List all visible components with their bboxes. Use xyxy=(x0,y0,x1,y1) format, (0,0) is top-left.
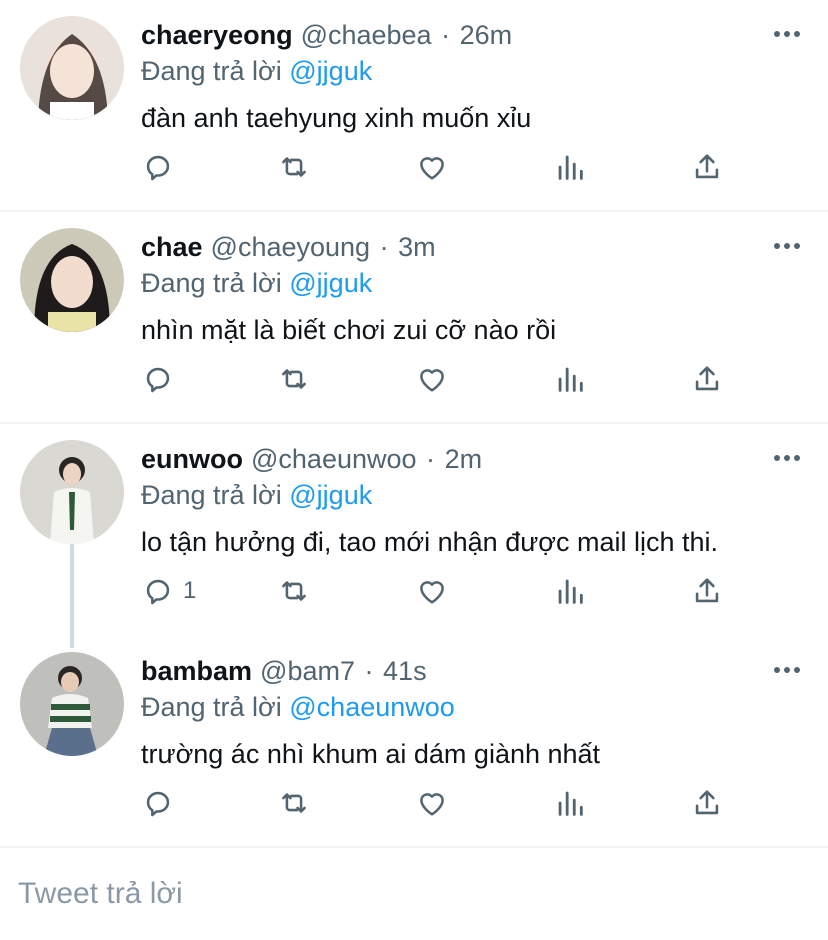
more-dots-icon[interactable] xyxy=(772,660,802,680)
reply-button[interactable] xyxy=(141,780,183,826)
reply-tweet[interactable]: eunwoo @chaeunwoo · 2m Đang trả lời @jjgu… xyxy=(0,424,828,636)
like-button[interactable] xyxy=(415,144,449,190)
analytics-icon xyxy=(558,367,583,392)
handle[interactable]: @chaeunwoo xyxy=(251,444,417,474)
share-icon xyxy=(695,154,719,179)
reply-button[interactable]: 1 xyxy=(141,568,196,614)
tweet-header: eunwoo @chaeunwoo · 2m xyxy=(141,442,482,476)
timestamp[interactable]: 2m xyxy=(445,444,483,474)
share-button[interactable] xyxy=(690,568,724,614)
reply-count: 1 xyxy=(183,577,197,604)
share-icon xyxy=(695,366,719,391)
replying-to: Đang trả lời @chaeunwoo xyxy=(141,690,455,724)
separator: · xyxy=(364,656,374,686)
reply-button[interactable] xyxy=(141,144,183,190)
display-name[interactable]: chaeryeong xyxy=(141,20,293,50)
mention-link[interactable]: @jjguk xyxy=(289,56,372,86)
replying-to: Đang trả lời @jjguk xyxy=(141,54,372,88)
like-button[interactable] xyxy=(415,780,449,826)
separator: · xyxy=(441,20,451,50)
avatar[interactable] xyxy=(20,16,124,120)
mention-link[interactable]: @chaeunwoo xyxy=(289,692,455,722)
analytics-icon xyxy=(558,155,583,180)
reply-tweet[interactable]: chae @chaeyoung · 3m Đang trả lời @jjguk … xyxy=(0,212,828,422)
analytics-icon xyxy=(558,791,583,816)
mention-link[interactable]: @jjguk xyxy=(289,268,372,298)
share-icon xyxy=(695,790,719,815)
replying-to-label: Đang trả lời xyxy=(141,56,290,86)
tweet-text: lo tận hưởng đi, tao mới nhận được mail … xyxy=(141,527,719,557)
reply-composer[interactable]: Tweet trả lời xyxy=(0,848,828,940)
action-bar xyxy=(141,356,741,402)
like-button[interactable] xyxy=(415,568,449,614)
analytics-icon xyxy=(558,579,583,604)
analytics-button[interactable] xyxy=(553,568,587,614)
timestamp[interactable]: 26m xyxy=(460,20,513,50)
reply-icon xyxy=(146,579,170,605)
more-dots-icon[interactable] xyxy=(772,24,802,44)
reply-icon xyxy=(146,791,170,817)
analytics-button[interactable] xyxy=(553,356,587,402)
action-bar: 1 xyxy=(141,568,741,614)
display-name[interactable]: eunwoo xyxy=(141,444,243,474)
tweet-header: chae @chaeyoung · 3m xyxy=(141,230,436,264)
retweet-icon xyxy=(282,581,306,601)
separator: · xyxy=(379,232,389,262)
reply-button[interactable] xyxy=(141,356,183,402)
reply-input[interactable]: Tweet trả lời xyxy=(18,874,183,914)
heart-icon xyxy=(420,793,444,816)
replying-to: Đang trả lời @jjguk xyxy=(141,266,372,300)
retweet-button[interactable] xyxy=(277,144,311,190)
display-name[interactable]: bambam xyxy=(141,656,252,686)
share-button[interactable] xyxy=(690,356,724,402)
tweet-header: chaeryeong @chaebea · 26m xyxy=(141,18,512,52)
analytics-button[interactable] xyxy=(553,780,587,826)
retweet-icon xyxy=(282,369,306,389)
retweet-button[interactable] xyxy=(277,780,311,826)
heart-icon xyxy=(420,157,444,180)
avatar[interactable] xyxy=(20,652,124,756)
retweet-button[interactable] xyxy=(277,568,311,614)
tweet-text: nhìn mặt là biết chơi zui cỡ nào rồi xyxy=(141,315,557,345)
display-name[interactable]: chae xyxy=(141,232,203,262)
replying-to-label: Đang trả lời xyxy=(141,692,290,722)
share-button[interactable] xyxy=(690,144,724,190)
timestamp[interactable]: 41s xyxy=(383,656,427,686)
handle[interactable]: @chaebea xyxy=(301,20,432,50)
like-button[interactable] xyxy=(415,356,449,402)
replying-to-label: Đang trả lời xyxy=(141,480,290,510)
retweet-icon xyxy=(282,157,306,177)
separator: · xyxy=(426,444,436,474)
tweet-text: trường ác nhì khum ai dám giành nhất xyxy=(141,739,601,769)
more-dots-icon[interactable] xyxy=(772,448,802,468)
analytics-button[interactable] xyxy=(553,144,587,190)
retweet-button[interactable] xyxy=(277,356,311,402)
replying-to: Đang trả lời @jjguk xyxy=(141,478,372,512)
heart-icon xyxy=(420,369,444,392)
action-bar xyxy=(141,144,741,190)
reply-tweet[interactable]: chaeryeong @chaebea · 26m Đang trả lời @j… xyxy=(0,0,828,210)
reply-icon xyxy=(146,155,170,181)
tweet-text: đàn anh taehyung xinh muốn xỉu xyxy=(141,103,532,133)
avatar[interactable] xyxy=(20,228,124,332)
handle[interactable]: @bam7 xyxy=(260,656,355,686)
replying-to-label: Đang trả lời xyxy=(141,268,290,298)
share-button[interactable] xyxy=(690,780,724,826)
action-bar xyxy=(141,780,741,826)
handle[interactable]: @chaeyoung xyxy=(211,232,371,262)
tweet-header: bambam @bam7 · 41s xyxy=(141,654,427,688)
retweet-icon xyxy=(282,793,306,813)
share-icon xyxy=(695,578,719,603)
reply-tweet[interactable]: bambam @bam7 · 41s Đang trả lời @chaeunwo… xyxy=(0,636,828,846)
reply-icon xyxy=(146,367,170,393)
timestamp[interactable]: 3m xyxy=(398,232,436,262)
avatar[interactable] xyxy=(20,440,124,544)
heart-icon xyxy=(420,581,444,604)
mention-link[interactable]: @jjguk xyxy=(289,480,372,510)
more-dots-icon[interactable] xyxy=(772,236,802,256)
